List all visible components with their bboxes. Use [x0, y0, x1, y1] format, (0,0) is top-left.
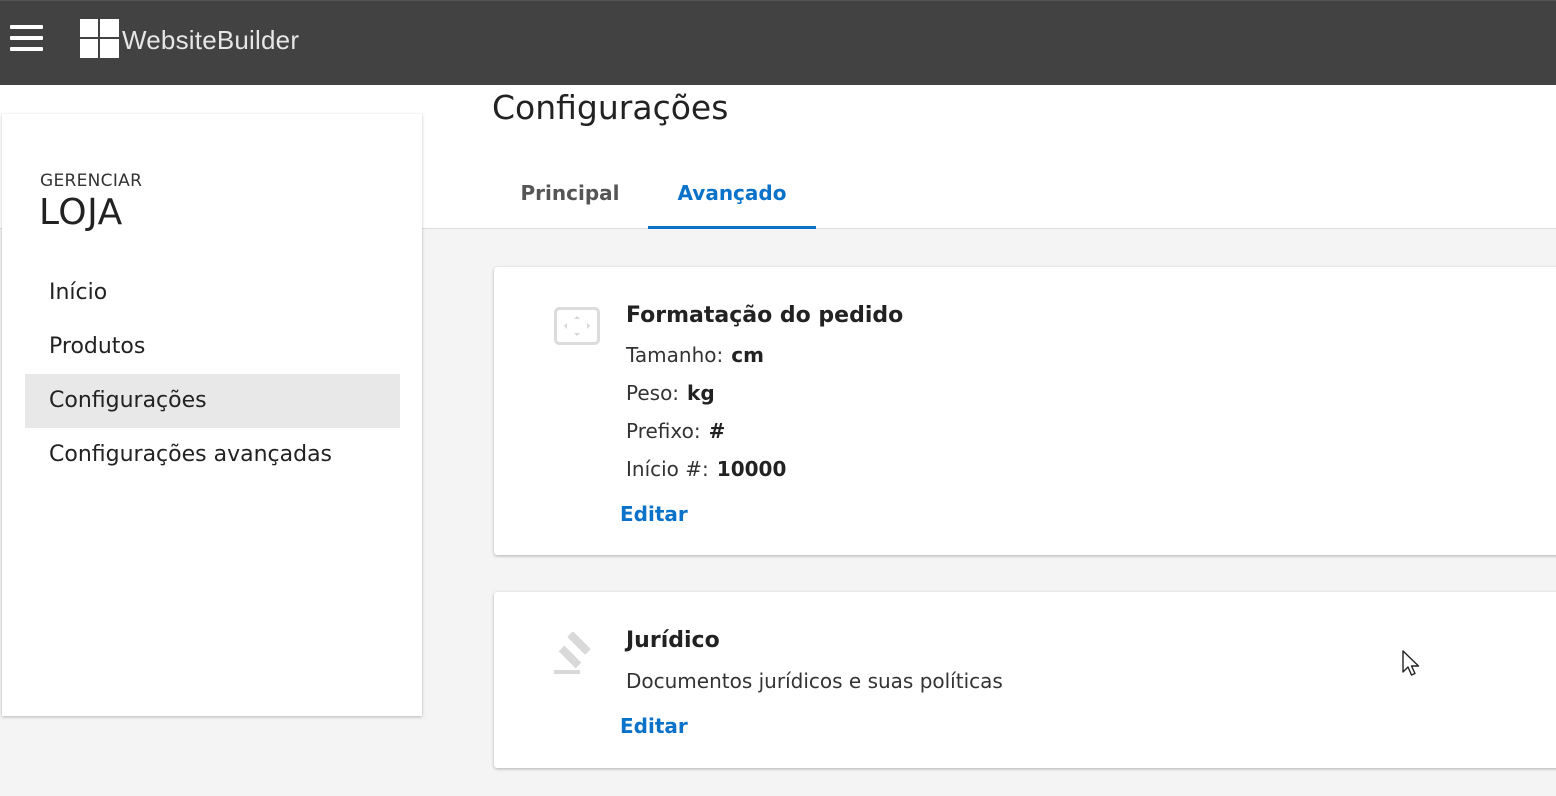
order-format-edit-link[interactable]: Editar [620, 502, 688, 526]
mouse-cursor-icon [1402, 650, 1422, 682]
size-label: Tamanho: [626, 343, 724, 367]
legal-title: Jurídico [626, 628, 720, 653]
prefix-field: Prefixo: # [626, 419, 725, 443]
sidebar-subtitle: GERENCIAR [40, 171, 143, 191]
sidebar-item-produtos[interactable]: Produtos [25, 320, 400, 374]
legal-description: Documentos jurídicos e suas políticas [626, 669, 1003, 693]
weight-value: kg [687, 381, 715, 405]
weight-label: Peso: [626, 381, 680, 405]
order-format-title: Formatação do pedido [626, 303, 904, 328]
sidebar-item-inicio[interactable]: Início [25, 266, 400, 320]
sidebar-item-configuracoes-avancadas[interactable]: Configurações avançadas [25, 428, 400, 482]
prefix-value: # [708, 419, 726, 443]
sidebar-nav: Início Produtos Configurações Configuraç… [25, 266, 400, 482]
order-format-card: Formatação do pedido Tamanho: cm Peso: kg … [494, 267, 1556, 555]
brand-logo-icon [80, 19, 119, 58]
tab-avancado[interactable]: Avançado [648, 158, 816, 229]
tab-principal[interactable]: Principal [492, 158, 648, 229]
legal-card: Jurídico Documentos jurídicos e suas pol… [494, 592, 1556, 768]
size-value: cm [731, 343, 764, 367]
start-number-field: Início #: 10000 [626, 457, 786, 481]
size-field: Tamanho: cm [626, 343, 764, 367]
top-app-bar: WebsiteBuilder [0, 0, 1556, 85]
weight-field: Peso: kg [626, 381, 715, 405]
legal-edit-link[interactable]: Editar [620, 714, 688, 738]
menu-icon[interactable] [10, 25, 43, 52]
brand-name[interactable]: WebsiteBuilder [122, 25, 299, 56]
gavel-icon [554, 630, 600, 680]
prefix-label: Prefixo: [626, 419, 701, 443]
start-number-label: Início #: [626, 457, 709, 481]
sidebar-title: LOJA [39, 192, 123, 233]
resize-frame-icon [554, 307, 600, 349]
sidebar: GERENCIAR LOJA Início Produtos Configura… [2, 114, 422, 716]
page-title: Configurações [492, 88, 729, 127]
sidebar-item-configuracoes[interactable]: Configurações [25, 374, 400, 428]
start-number-value: 10000 [716, 457, 787, 481]
